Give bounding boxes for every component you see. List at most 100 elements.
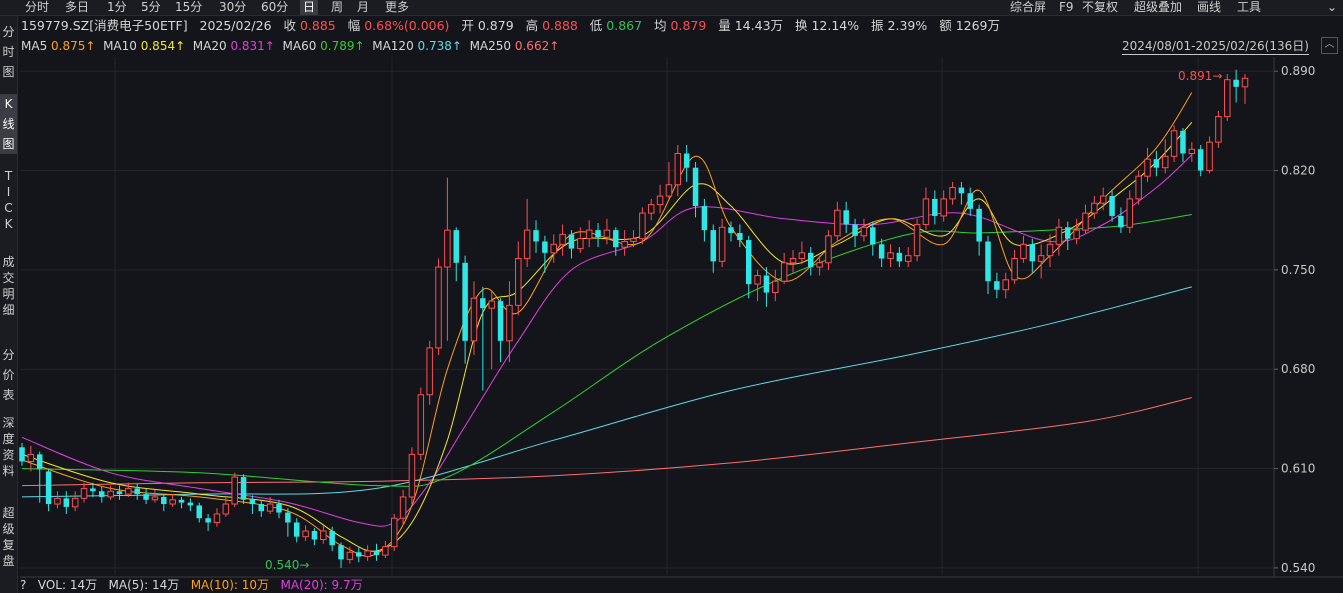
candle-body	[417, 394, 425, 455]
candle-body	[1233, 79, 1239, 87]
candle-body	[976, 208, 982, 242]
candle-body	[904, 255, 912, 262]
candle-body	[1206, 141, 1213, 172]
candle-body	[940, 198, 947, 217]
candle-body	[798, 252, 806, 260]
candle-body	[19, 447, 25, 462]
candle-body	[656, 195, 664, 206]
candle-body	[187, 502, 194, 506]
candle-body	[789, 258, 797, 264]
candle-body	[134, 488, 140, 495]
candle-body	[426, 347, 433, 396]
candle-body	[639, 212, 646, 240]
kline-chart[interactable]: 0.890 0.820 0.750 0.680 0.610 0.540 0.891→ 0.54…	[0, 0, 1343, 593]
candle-body	[949, 187, 956, 200]
vol-ma5: MA(5): 14万	[108, 578, 180, 592]
y-tick-label: 0.540	[1281, 561, 1315, 575]
y-tick-label: 0.680	[1281, 362, 1315, 376]
candle-body	[550, 243, 557, 254]
candle-body	[480, 298, 486, 309]
candle-body	[285, 512, 291, 523]
candle-body	[887, 252, 894, 260]
candle-body	[878, 244, 885, 259]
candle-body	[205, 518, 211, 523]
candle-body	[63, 498, 70, 507]
candle-body	[408, 453, 416, 498]
vol-ma20: MA(20): 9.7万	[280, 578, 363, 592]
candle-body	[435, 266, 442, 349]
candle-body	[763, 275, 770, 293]
candle-body	[302, 530, 309, 538]
ma-line-ma120	[21, 286, 1192, 498]
candle-body	[258, 504, 265, 512]
candle-body	[647, 204, 655, 214]
candle-body	[595, 230, 601, 238]
candle-body	[665, 184, 673, 197]
candle-body	[718, 226, 726, 262]
candle-body	[125, 487, 132, 495]
candle-body	[674, 153, 682, 186]
candle-body	[80, 487, 88, 499]
candle-body	[1065, 227, 1071, 239]
candle-body	[196, 505, 202, 519]
candle-body	[1082, 212, 1089, 231]
candle-body	[585, 229, 593, 240]
candle-body	[1011, 258, 1018, 281]
candle-body	[382, 546, 389, 556]
candle-body	[533, 230, 539, 242]
candle-body	[45, 471, 52, 505]
candle-body	[967, 193, 974, 209]
candle-body	[701, 206, 708, 231]
candle-body	[577, 238, 584, 250]
y-tick-label: 0.890	[1281, 64, 1315, 78]
candle-body	[754, 275, 761, 285]
candle-body	[266, 503, 274, 512]
ma-line-ma10	[21, 121, 1193, 552]
candle-body	[488, 300, 495, 309]
candle-body	[772, 280, 779, 294]
high-marker-label: 0.891→	[1178, 69, 1222, 83]
help-icon[interactable]: ?	[20, 578, 26, 592]
candle-body	[710, 230, 717, 262]
candle-body	[728, 227, 734, 233]
candle-body	[1020, 243, 1027, 260]
candle-body	[1170, 130, 1178, 157]
candle-body	[852, 224, 858, 236]
ma-line-ma5	[21, 92, 1193, 557]
candle-body	[506, 304, 513, 342]
candle-body	[922, 198, 930, 225]
vol-ma10: MA(10): 10万	[190, 578, 270, 592]
candle-body	[1002, 279, 1009, 291]
candle-body	[151, 496, 159, 501]
candle-body	[843, 210, 849, 225]
candle-body	[515, 258, 522, 306]
candle-body	[470, 297, 478, 342]
low-marker-label: 0.540→	[265, 558, 309, 572]
candle-body	[542, 241, 548, 253]
candle-body	[994, 281, 1000, 290]
candle-body	[54, 497, 61, 505]
candle-body	[870, 227, 876, 245]
candle-body	[807, 252, 814, 268]
candle-body	[178, 499, 185, 503]
volume-indicator-bar: ? VOL: 14万 MA(5): 14万 MA(10): 10万 MA(20)…	[20, 577, 363, 593]
candle-body	[745, 240, 752, 285]
candle-body	[1118, 215, 1124, 228]
candle-body	[559, 233, 566, 245]
candle-body	[27, 453, 35, 462]
candle-body	[523, 229, 531, 260]
candle-body	[462, 262, 468, 341]
candle-body	[613, 230, 619, 248]
candle-body	[1135, 175, 1142, 200]
candle-body	[399, 496, 407, 519]
candle-body	[958, 187, 965, 194]
candle-body	[293, 522, 300, 537]
candle-body	[338, 545, 344, 560]
candle-body	[1029, 244, 1036, 262]
candle-body	[896, 252, 903, 262]
candle-body	[1109, 196, 1115, 216]
candle-body	[249, 499, 256, 505]
candle-body	[1180, 130, 1186, 154]
candle-body	[1197, 149, 1204, 171]
candle-body	[329, 531, 335, 546]
